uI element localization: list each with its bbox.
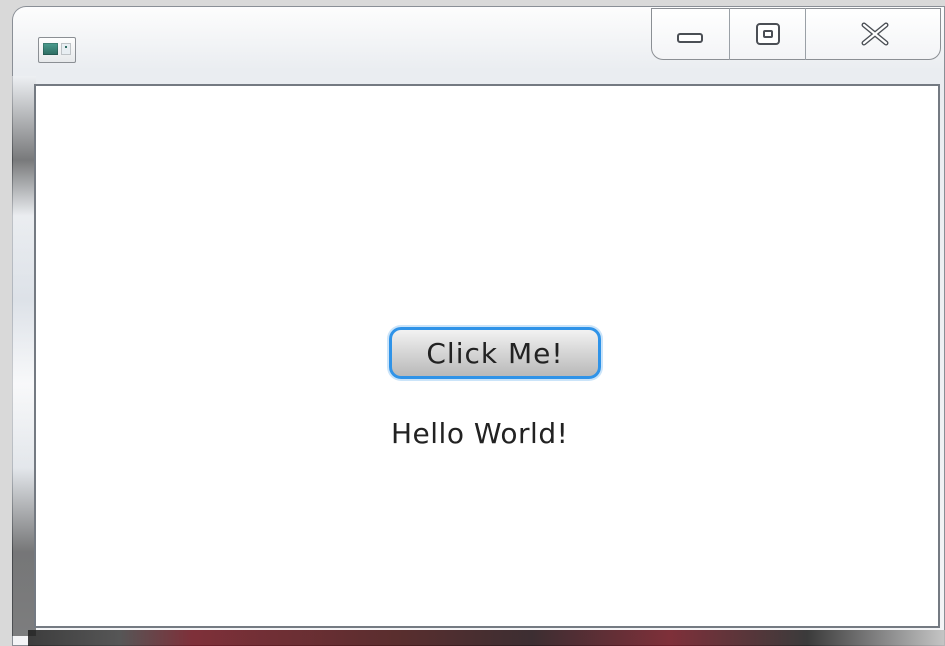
- maximize-button[interactable]: [729, 8, 805, 60]
- window: Click Me! Hello World!: [12, 6, 945, 646]
- maximize-icon: [755, 23, 780, 45]
- minimize-icon: [677, 33, 703, 43]
- close-icon: [861, 22, 888, 46]
- close-button[interactable]: [805, 8, 943, 60]
- minimize-button[interactable]: [651, 8, 729, 60]
- window-icon-right-pane: [61, 43, 71, 55]
- window-icon-dot: [65, 46, 67, 48]
- window-icon-left-pane: [43, 43, 58, 55]
- window-icon[interactable]: [38, 37, 76, 63]
- desktop: Click Me! Hello World!: [0, 0, 945, 646]
- click-me-button[interactable]: Click Me!: [389, 327, 601, 379]
- content-pane: Click Me! Hello World!: [34, 84, 940, 628]
- caption-buttons: [651, 8, 941, 60]
- hello-world-label: Hello World!: [391, 417, 569, 450]
